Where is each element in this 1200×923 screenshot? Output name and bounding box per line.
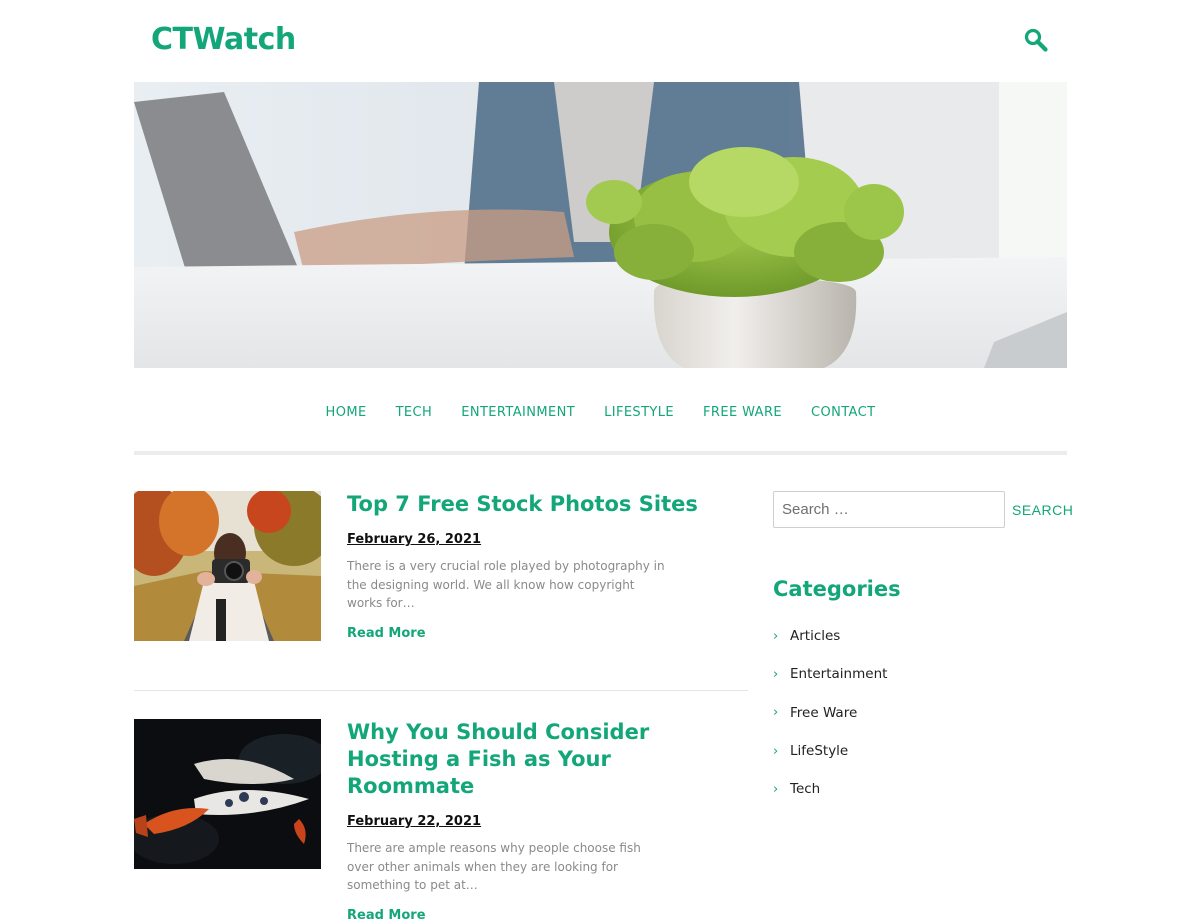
category-item: › Tech [773, 770, 1067, 808]
post-date[interactable]: February 26, 2021 [347, 532, 481, 547]
search-icon[interactable] [1022, 26, 1050, 54]
post-separator [134, 690, 748, 691]
chevron-right-icon: › [773, 628, 779, 644]
main-nav: HOME TECH ENTERTAINMENT LIFESTYLE FREE W… [134, 400, 1067, 426]
category-link-entertainment[interactable]: Entertainment [790, 666, 887, 682]
post-item: Why You Should Consider Hosting a Fish a… [134, 719, 748, 923]
category-link-free-ware[interactable]: Free Ware [790, 705, 857, 721]
chevron-right-icon: › [773, 705, 779, 721]
nav-lifestyle[interactable]: LIFESTYLE [604, 400, 674, 426]
nav-contact[interactable]: CONTACT [811, 400, 875, 426]
post-title[interactable]: Why You Should Consider Hosting a Fish a… [347, 719, 737, 800]
category-item: › Entertainment [773, 655, 1067, 693]
post-title[interactable]: Top 7 Free Stock Photos Sites [347, 491, 737, 518]
chevron-right-icon: › [773, 666, 779, 682]
post-body: Why You Should Consider Hosting a Fish a… [347, 719, 737, 923]
search-button[interactable]: SEARCH [1012, 491, 1073, 528]
category-link-tech[interactable]: Tech [790, 781, 820, 797]
post-item: Top 7 Free Stock Photos Sites February 2… [134, 491, 748, 651]
post-body: Top 7 Free Stock Photos Sites February 2… [347, 491, 737, 641]
search-input[interactable] [773, 491, 1005, 528]
post-date[interactable]: February 22, 2021 [347, 814, 481, 829]
chevron-right-icon: › [773, 781, 779, 797]
read-more-link[interactable]: Read More [347, 626, 426, 641]
categories-title: Categories [773, 577, 901, 601]
site-header: CTWatch [0, 0, 1200, 82]
category-link-lifestyle[interactable]: LifeStyle [790, 743, 848, 759]
category-item: › Articles [773, 617, 1067, 655]
chevron-right-icon: › [773, 743, 779, 759]
category-item: › LifeStyle [773, 732, 1067, 770]
categories-list: › Articles › Entertainment › Free Ware › Lif… [773, 617, 1067, 808]
category-item: › Free Ware [773, 694, 1067, 732]
sidebar: SEARCH Categories › Articles › Entertainme… [773, 491, 1073, 808]
category-link-articles[interactable]: Articles [790, 628, 840, 644]
post-thumbnail[interactable] [134, 491, 321, 641]
post-thumbnail[interactable] [134, 719, 321, 869]
nav-free-ware[interactable]: FREE WARE [703, 400, 782, 426]
nav-divider [134, 451, 1067, 455]
post-excerpt: There are ample reasons why people choos… [347, 841, 641, 892]
nav-entertainment[interactable]: ENTERTAINMENT [461, 400, 575, 426]
site-title[interactable]: CTWatch [151, 22, 296, 57]
nav-home[interactable]: HOME [326, 400, 367, 426]
nav-tech[interactable]: TECH [396, 400, 433, 426]
hero-image [134, 82, 1067, 368]
post-excerpt: There is a very crucial role played by p… [347, 559, 665, 610]
sidebar-search-form: SEARCH [773, 491, 1073, 529]
read-more-link[interactable]: Read More [347, 908, 426, 923]
